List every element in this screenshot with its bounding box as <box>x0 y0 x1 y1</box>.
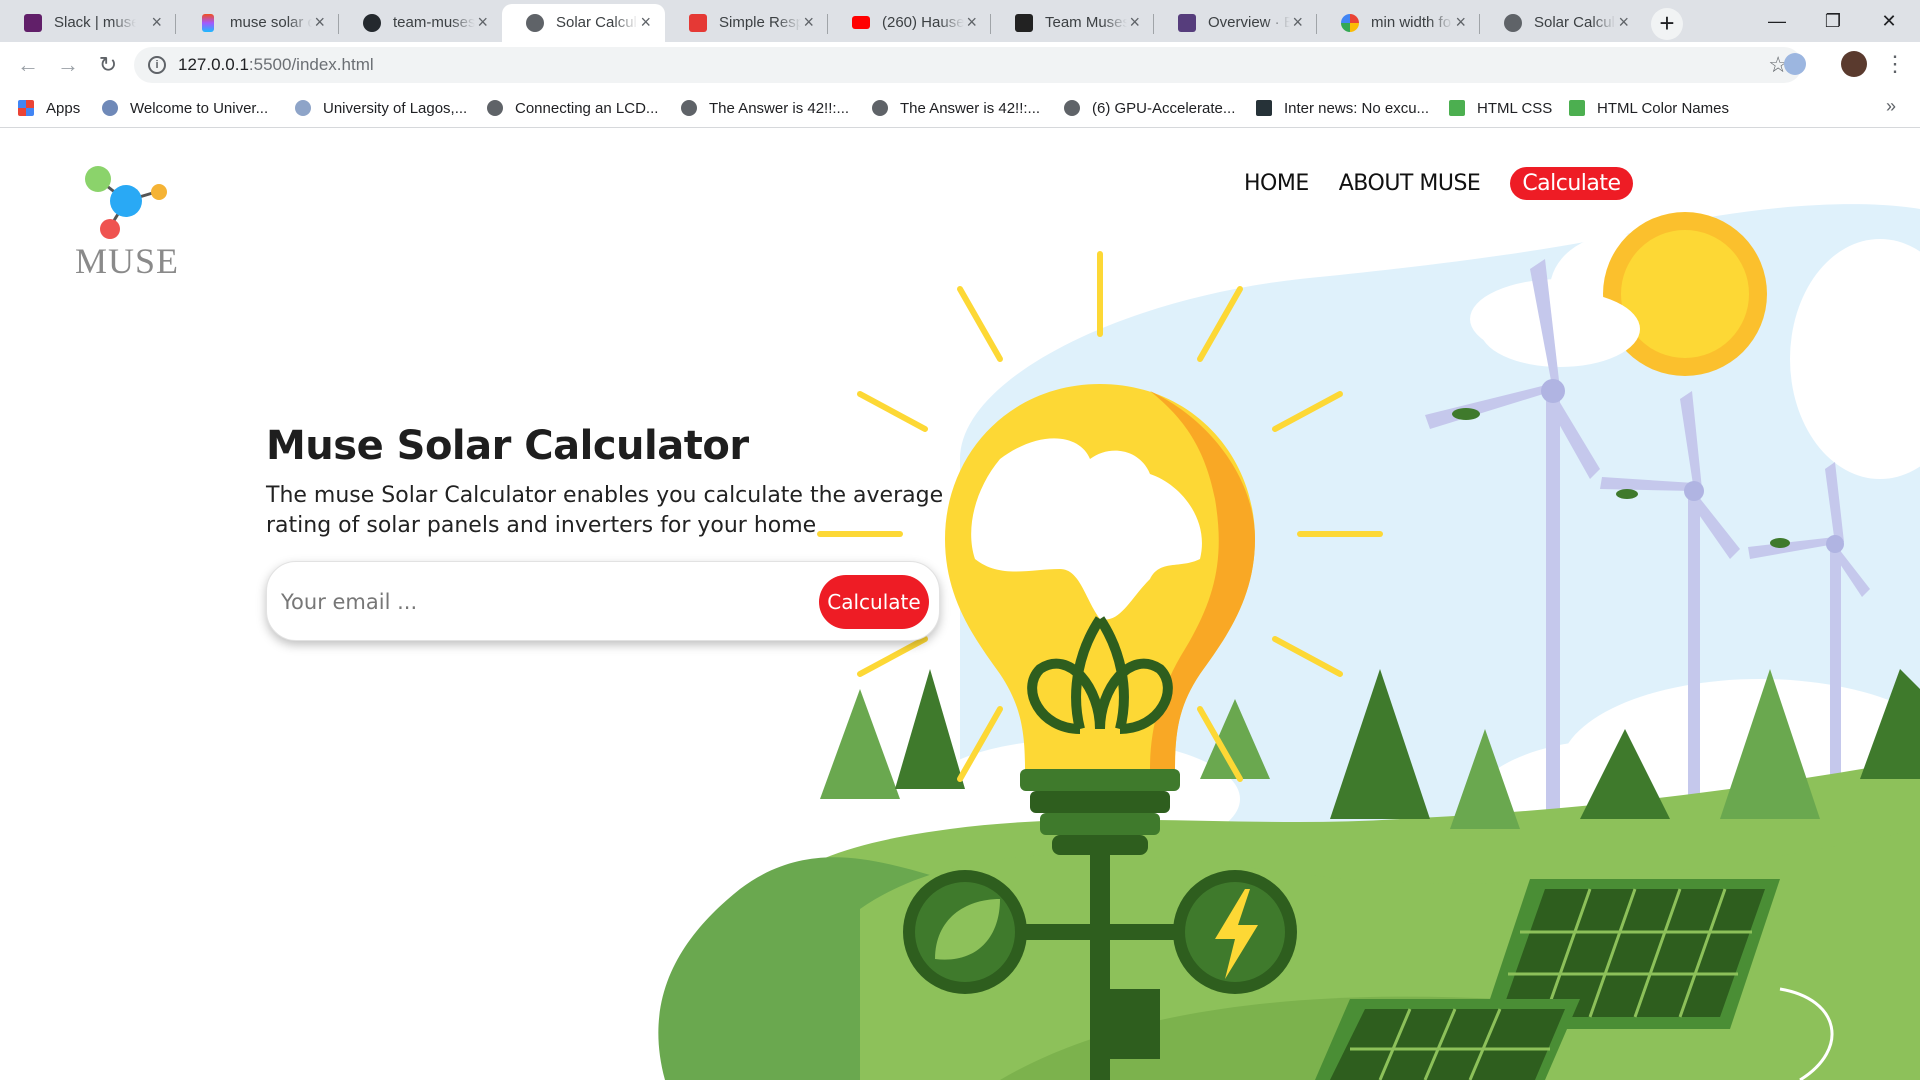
close-icon[interactable]: × <box>640 13 651 31</box>
youtube-icon <box>852 16 870 29</box>
globe-icon <box>526 14 544 32</box>
page-title: Muse Solar Calculator <box>266 423 749 469</box>
globe-icon <box>681 100 697 116</box>
tab-title: Team Muses <box>1045 14 1127 31</box>
close-icon[interactable]: × <box>1292 13 1303 31</box>
close-icon[interactable]: × <box>803 13 814 31</box>
w3-icon <box>1449 100 1465 116</box>
sun-graphic <box>1603 212 1767 376</box>
browser-toolbar: ← → ↻ i 127.0.0.1:5500/index.html ☆ ⋮ <box>0 42 1920 88</box>
browser-tab[interactable]: (260) Hauser × <box>828 4 991 42</box>
email-field[interactable] <box>281 582 781 622</box>
bookmark-item[interactable]: Welcome to Univer... <box>102 97 268 119</box>
tab-title: Solar Calcula <box>556 14 638 31</box>
reload-button[interactable]: ↻ <box>94 51 122 79</box>
browser-tab[interactable]: min width fo × <box>1317 4 1480 42</box>
bookmark-item[interactable]: HTML CSS <box>1449 97 1552 119</box>
university-icon <box>102 100 118 116</box>
tab-title: Solar Calcula <box>1534 14 1616 31</box>
tab-title: Overview · B <box>1208 14 1290 31</box>
trello-icon <box>1015 14 1033 32</box>
forward-button[interactable]: → <box>54 51 82 79</box>
s-icon <box>689 14 707 32</box>
tab-title: Slack | muse <box>54 14 136 31</box>
browser-tab-strip: Slack | muse × muse solar c × team-muses… <box>0 0 1920 42</box>
close-icon[interactable]: × <box>477 13 488 31</box>
browser-tab-active[interactable]: Solar Calcula × <box>502 4 665 42</box>
site-nav: HOME ABOUT MUSE Calculate <box>1244 167 1633 200</box>
bookmark-item[interactable]: Connecting an LCD... <box>487 97 658 119</box>
bookmark-item[interactable]: The Answer is 42!!:... <box>681 97 849 119</box>
new-tab-button[interactable]: + <box>1651 8 1683 40</box>
close-icon[interactable]: × <box>1129 13 1140 31</box>
bookmarks-bar: Apps Welcome to Univer... University of … <box>0 88 1920 128</box>
nav-about-link[interactable]: ABOUT MUSE <box>1339 171 1481 196</box>
google-icon <box>1341 14 1359 32</box>
chevron-right-icon[interactable]: » <box>1886 96 1896 117</box>
info-icon[interactable]: i <box>148 56 166 74</box>
apps-grid-icon <box>18 100 34 116</box>
bookmark-item[interactable]: Inter news: No excu... <box>1256 97 1429 119</box>
close-icon[interactable]: × <box>314 13 325 31</box>
close-icon[interactable]: × <box>1618 13 1629 31</box>
window-close-button[interactable]: ✕ <box>1861 6 1917 36</box>
tab-title: muse solar c <box>230 14 312 31</box>
browser-tab[interactable]: Team Muses × <box>991 4 1154 42</box>
nav-calculate-button[interactable]: Calculate <box>1510 167 1633 200</box>
university-icon <box>295 100 311 116</box>
globe-icon <box>872 100 888 116</box>
back-button[interactable]: ← <box>14 51 42 79</box>
w3-icon <box>1569 100 1585 116</box>
close-icon[interactable]: × <box>151 13 162 31</box>
tab-title: team-muses <box>393 14 475 31</box>
logo-text[interactable]: MUSE <box>74 240 180 282</box>
minimize-button[interactable]: — <box>1749 6 1805 36</box>
news-icon <box>1256 100 1272 116</box>
page-viewport: MUSE HOME ABOUT MUSE Calculate Muse Sola… <box>0 129 1920 1080</box>
slack-icon <box>24 14 42 32</box>
browser-tab[interactable]: Overview · B × <box>1154 4 1317 42</box>
browser-tab[interactable]: muse solar c × <box>176 4 339 42</box>
browser-tab[interactable]: Simple Resp × <box>665 4 828 42</box>
email-form: Calculate <box>266 561 940 641</box>
figma-icon <box>202 14 214 32</box>
calculate-button[interactable]: Calculate <box>819 575 929 629</box>
github-icon <box>363 14 381 32</box>
tab-title: Simple Resp <box>719 14 801 31</box>
globe-icon <box>1504 14 1522 32</box>
avatar[interactable] <box>1841 51 1867 77</box>
url-text[interactable]: 127.0.0.1:5500/index.html <box>178 55 374 75</box>
browser-tab[interactable]: Slack | muse × <box>0 4 176 42</box>
bookmark-item[interactable]: University of Lagos,... <box>295 97 467 119</box>
globe-icon <box>487 100 503 116</box>
nav-home-link[interactable]: HOME <box>1244 171 1309 196</box>
bookmark-item[interactable]: HTML Color Names <box>1569 97 1729 119</box>
bookmark-item[interactable]: (6) GPU-Accelerate... <box>1064 97 1235 119</box>
tab-title: (260) Hauser <box>882 14 964 31</box>
extension-icon[interactable] <box>1784 53 1806 75</box>
close-icon[interactable]: × <box>966 13 977 31</box>
address-bar[interactable]: i 127.0.0.1:5500/index.html ☆ <box>134 47 1802 83</box>
browser-tab[interactable]: Solar Calcula × <box>1480 4 1643 42</box>
bootstrap-icon <box>1178 14 1196 32</box>
hero-description: The muse Solar Calculator enables you ca… <box>266 483 944 538</box>
tab-title: min width fo <box>1371 14 1452 31</box>
globe-icon <box>1064 100 1080 116</box>
bookmark-item[interactable]: The Answer is 42!!:... <box>872 97 1040 119</box>
kebab-menu-icon[interactable]: ⋮ <box>1884 51 1906 77</box>
browser-tab[interactable]: team-muses × <box>339 4 502 42</box>
bookmark-apps[interactable]: Apps <box>18 97 80 119</box>
close-icon[interactable]: × <box>1455 13 1466 31</box>
restore-button[interactable]: ❐ <box>1805 6 1861 36</box>
